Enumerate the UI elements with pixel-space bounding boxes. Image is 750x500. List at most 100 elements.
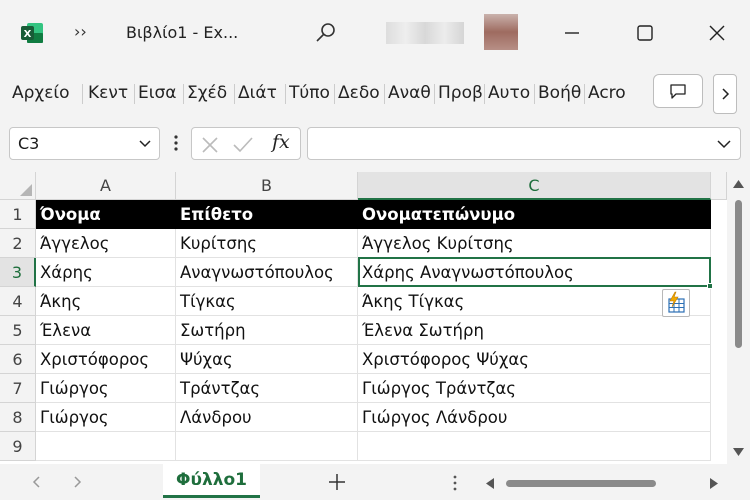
ribbon-scroll-right-button[interactable] xyxy=(713,74,737,114)
chevron-right-icon[interactable] xyxy=(70,475,84,489)
horizontal-scroll-thumb[interactable] xyxy=(506,480,656,487)
cell-b1[interactable]: Επίθετο xyxy=(176,200,358,229)
row-header[interactable]: 7 xyxy=(0,374,36,403)
maximize-icon[interactable] xyxy=(630,18,660,48)
user-name-blurred xyxy=(386,22,464,44)
vertical-scrollbar[interactable] xyxy=(727,172,750,464)
row-header[interactable]: 4 xyxy=(0,287,36,316)
tab-page-layout[interactable]: Διάτ xyxy=(238,83,283,103)
cell-a3[interactable]: Χάρης xyxy=(36,258,176,287)
cell-b6[interactable]: Ψύχας xyxy=(176,345,358,374)
cell-b3[interactable]: Αναγνωστόπουλος xyxy=(176,258,358,287)
tab-file[interactable]: Αρχείο xyxy=(12,83,76,103)
scroll-left-icon[interactable] xyxy=(486,478,494,489)
column-header-c[interactable]: C xyxy=(358,172,711,200)
avatar[interactable] xyxy=(484,14,518,50)
row-header[interactable]: 9 xyxy=(0,432,36,461)
comments-button[interactable] xyxy=(653,74,703,108)
cell-c7[interactable]: Γιώργος Τράντζας xyxy=(358,374,711,403)
scroll-right-icon[interactable] xyxy=(710,478,718,489)
fill-handle[interactable] xyxy=(707,283,713,289)
tab-review[interactable]: Αναθ xyxy=(388,83,432,103)
tab-data[interactable]: Δεδο xyxy=(338,83,382,103)
tab-automate[interactable]: Αυτο xyxy=(488,83,532,103)
chevron-left-icon[interactable] xyxy=(30,475,44,489)
column-header-a[interactable]: A xyxy=(36,172,176,200)
sheet-tab-active[interactable]: Φύλλο1 xyxy=(163,464,260,498)
vertical-scroll-thumb[interactable] xyxy=(735,200,742,348)
tab-insert[interactable]: Εισα xyxy=(138,83,181,103)
cell-b7[interactable]: Τράντζας xyxy=(176,374,358,403)
row-header[interactable]: 6 xyxy=(0,345,36,374)
ribbon-divider xyxy=(285,84,286,104)
tab-help[interactable]: Βοήθ xyxy=(538,83,582,103)
cell-b9[interactable] xyxy=(176,432,358,461)
horizontal-scrollbar[interactable] xyxy=(480,476,726,490)
search-icon[interactable] xyxy=(314,21,338,45)
more-vertical-icon[interactable] xyxy=(452,474,458,492)
select-all-corner[interactable] xyxy=(0,172,36,200)
cell-a7[interactable]: Γιώργος xyxy=(36,374,176,403)
cell-a5[interactable]: Έλενα xyxy=(36,316,176,345)
quick-access-more-button[interactable]: ›› xyxy=(74,22,87,41)
tab-draw[interactable]: Σχέδ xyxy=(187,83,232,103)
formula-input[interactable] xyxy=(307,127,741,160)
comment-icon xyxy=(670,84,686,99)
cell-a6[interactable]: Χριστόφορος xyxy=(36,345,176,374)
column-header-b[interactable]: B xyxy=(176,172,358,200)
title-bar: X ›› Βιβλίο1 - Ex... xyxy=(0,0,750,66)
row-header[interactable]: 8 xyxy=(0,403,36,432)
sheet-bar: Φύλλο1 xyxy=(0,464,750,500)
cell-b8[interactable]: Λάνδρου xyxy=(176,403,358,432)
ribbon-divider xyxy=(584,84,585,104)
close-icon[interactable] xyxy=(702,18,732,48)
ribbon-divider xyxy=(183,84,184,104)
column-header-d[interactable] xyxy=(711,172,727,200)
ribbon-divider xyxy=(334,84,335,104)
excel-logo-icon: X xyxy=(21,23,43,43)
cell-b5[interactable]: Σωτήρη xyxy=(176,316,358,345)
row-header[interactable]: 5 xyxy=(0,316,36,345)
minimize-icon[interactable] xyxy=(557,18,587,48)
cell-c6[interactable]: Χριστόφορος Ψύχας xyxy=(358,345,711,374)
tab-home[interactable]: Κεντ xyxy=(88,83,132,103)
cell-c5[interactable]: Έλενα Σωτήρη xyxy=(358,316,711,345)
cell-c8[interactable]: Γιώργος Λάνδρου xyxy=(358,403,711,432)
tab-formulas[interactable]: Τύπο xyxy=(289,83,332,103)
row-header[interactable]: 3 xyxy=(0,258,36,287)
cancel-icon[interactable] xyxy=(200,135,220,155)
flash-fill-icon xyxy=(668,291,685,313)
cell-a8[interactable]: Γιώργος xyxy=(36,403,176,432)
worksheet-grid: A B C 1 2 3 4 5 6 7 8 9 Όνομα Επίθετο Ον… xyxy=(0,172,750,464)
tab-acrobat[interactable]: Acro xyxy=(588,83,634,103)
check-icon[interactable] xyxy=(232,135,254,155)
cell-a4[interactable]: Άκης xyxy=(36,287,176,316)
formula-actions: fx xyxy=(191,127,301,160)
chevron-right-icon xyxy=(722,88,730,100)
cell-a2[interactable]: Άγγελος xyxy=(36,229,176,258)
insert-function-button[interactable]: fx xyxy=(272,131,290,153)
cell-c1[interactable]: Ονοματεπώνυμο xyxy=(358,200,711,229)
cell-b2[interactable]: Κυρίτσης xyxy=(176,229,358,258)
plus-icon[interactable] xyxy=(327,472,347,492)
more-vertical-icon[interactable] xyxy=(171,132,181,154)
cell-a1[interactable]: Όνομα xyxy=(36,200,176,229)
chevron-down-icon[interactable] xyxy=(138,137,152,151)
cell-c2[interactable]: Άγγελος Κυρίτσης xyxy=(358,229,711,258)
tab-view[interactable]: Προβ xyxy=(438,83,482,103)
scroll-down-icon[interactable] xyxy=(733,448,744,456)
row-header[interactable]: 2 xyxy=(0,229,36,258)
select-all-icon xyxy=(20,184,32,196)
scroll-up-icon[interactable] xyxy=(733,180,744,188)
cell-b4[interactable]: Τίγκας xyxy=(176,287,358,316)
cell-c9[interactable] xyxy=(358,432,711,461)
cell-c4[interactable]: Άκης Τίγκας xyxy=(358,287,711,316)
row-header[interactable]: 1 xyxy=(0,200,36,229)
flash-fill-options-button[interactable] xyxy=(662,289,690,317)
document-title: Βιβλίο1 - Ex... xyxy=(126,23,239,42)
cell-a9[interactable] xyxy=(36,432,176,461)
ribbon-divider xyxy=(134,84,135,104)
name-box-value: C3 xyxy=(18,134,40,153)
chevron-down-icon[interactable] xyxy=(716,137,732,151)
name-box[interactable]: C3 xyxy=(9,127,160,160)
